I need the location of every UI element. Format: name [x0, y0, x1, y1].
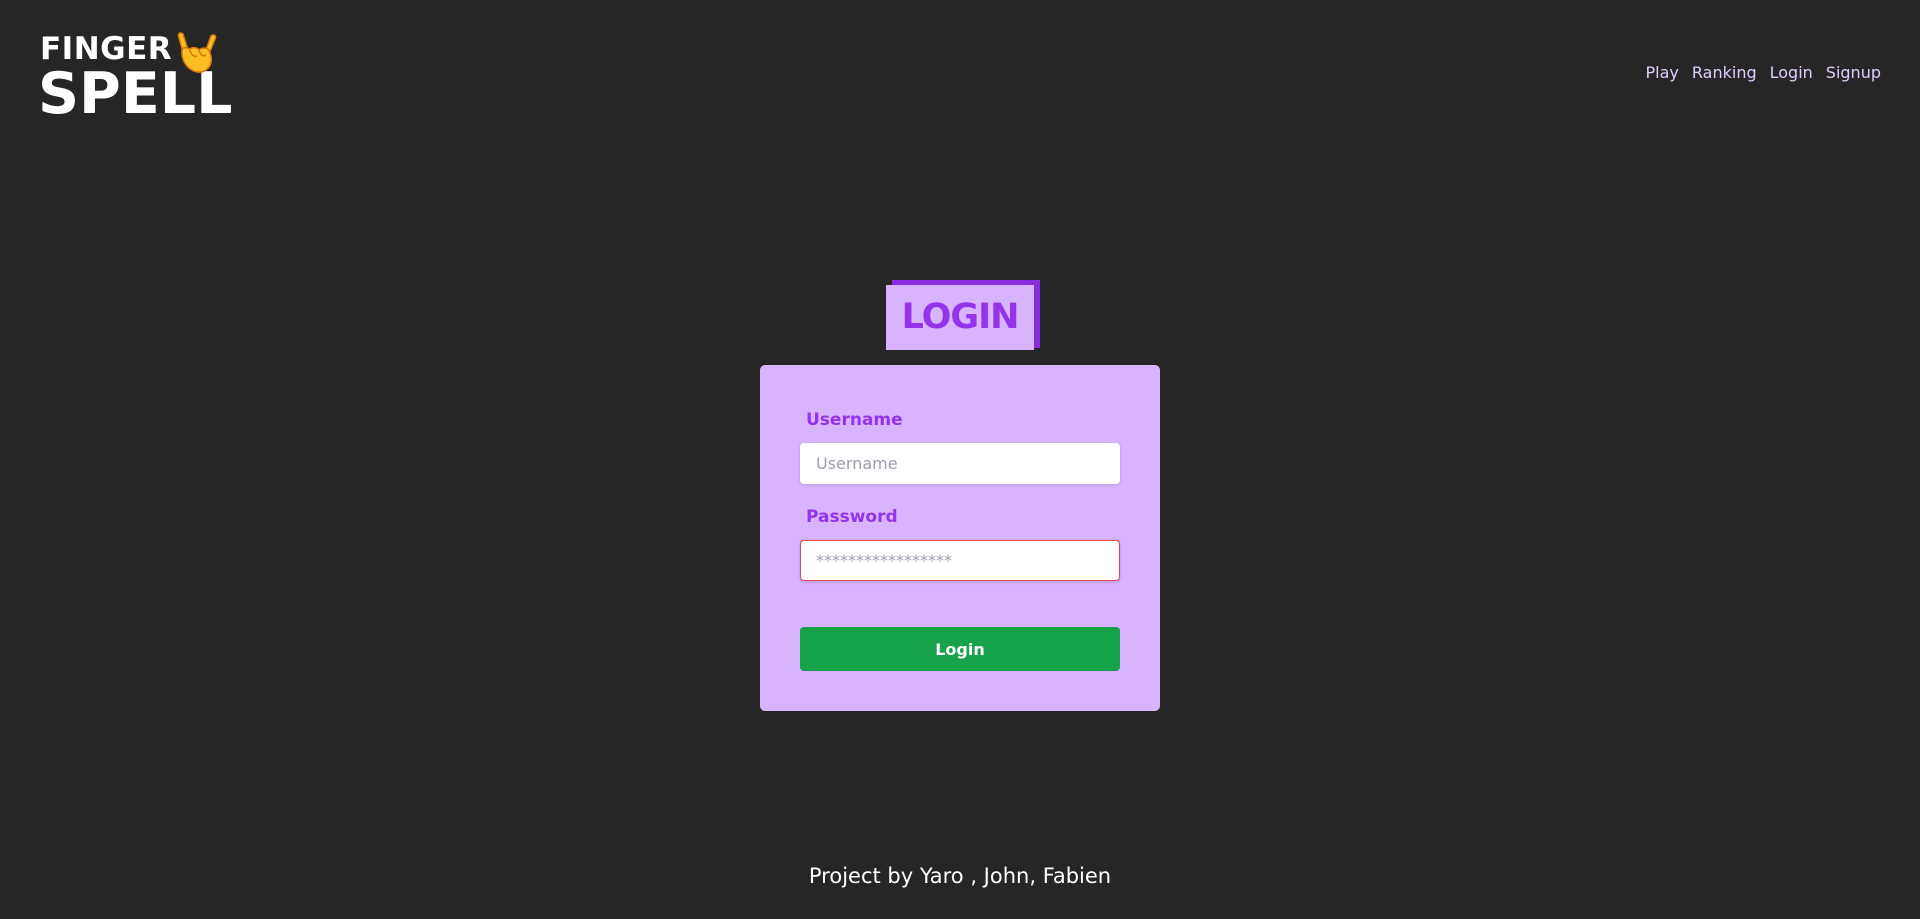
main-nav: Play Ranking Login Signup [1646, 63, 1881, 82]
nav-signup-link[interactable]: Signup [1826, 63, 1881, 82]
login-button[interactable]: Login [800, 627, 1120, 671]
login-form: Username Password Login [760, 365, 1160, 711]
page-title: LOGIN [901, 297, 1020, 337]
nav-play-link[interactable]: Play [1646, 63, 1679, 82]
page-title-badge: LOGIN [886, 280, 1040, 350]
login-page: FINGER SPELL Play Ranking Login Signup L… [0, 0, 1920, 919]
title-box: LOGIN [886, 285, 1034, 350]
password-input[interactable] [800, 540, 1120, 581]
username-input[interactable] [800, 443, 1120, 484]
username-label: Username [806, 410, 903, 430]
password-label: Password [806, 507, 898, 527]
nav-login-link[interactable]: Login [1770, 63, 1813, 82]
hand-sign-icon [177, 32, 217, 73]
footer-credits: Project by Yaro , John, Fabien [808, 864, 1112, 888]
logo[interactable]: FINGER SPELL [38, 30, 232, 125]
nav-ranking-link[interactable]: Ranking [1692, 63, 1757, 82]
